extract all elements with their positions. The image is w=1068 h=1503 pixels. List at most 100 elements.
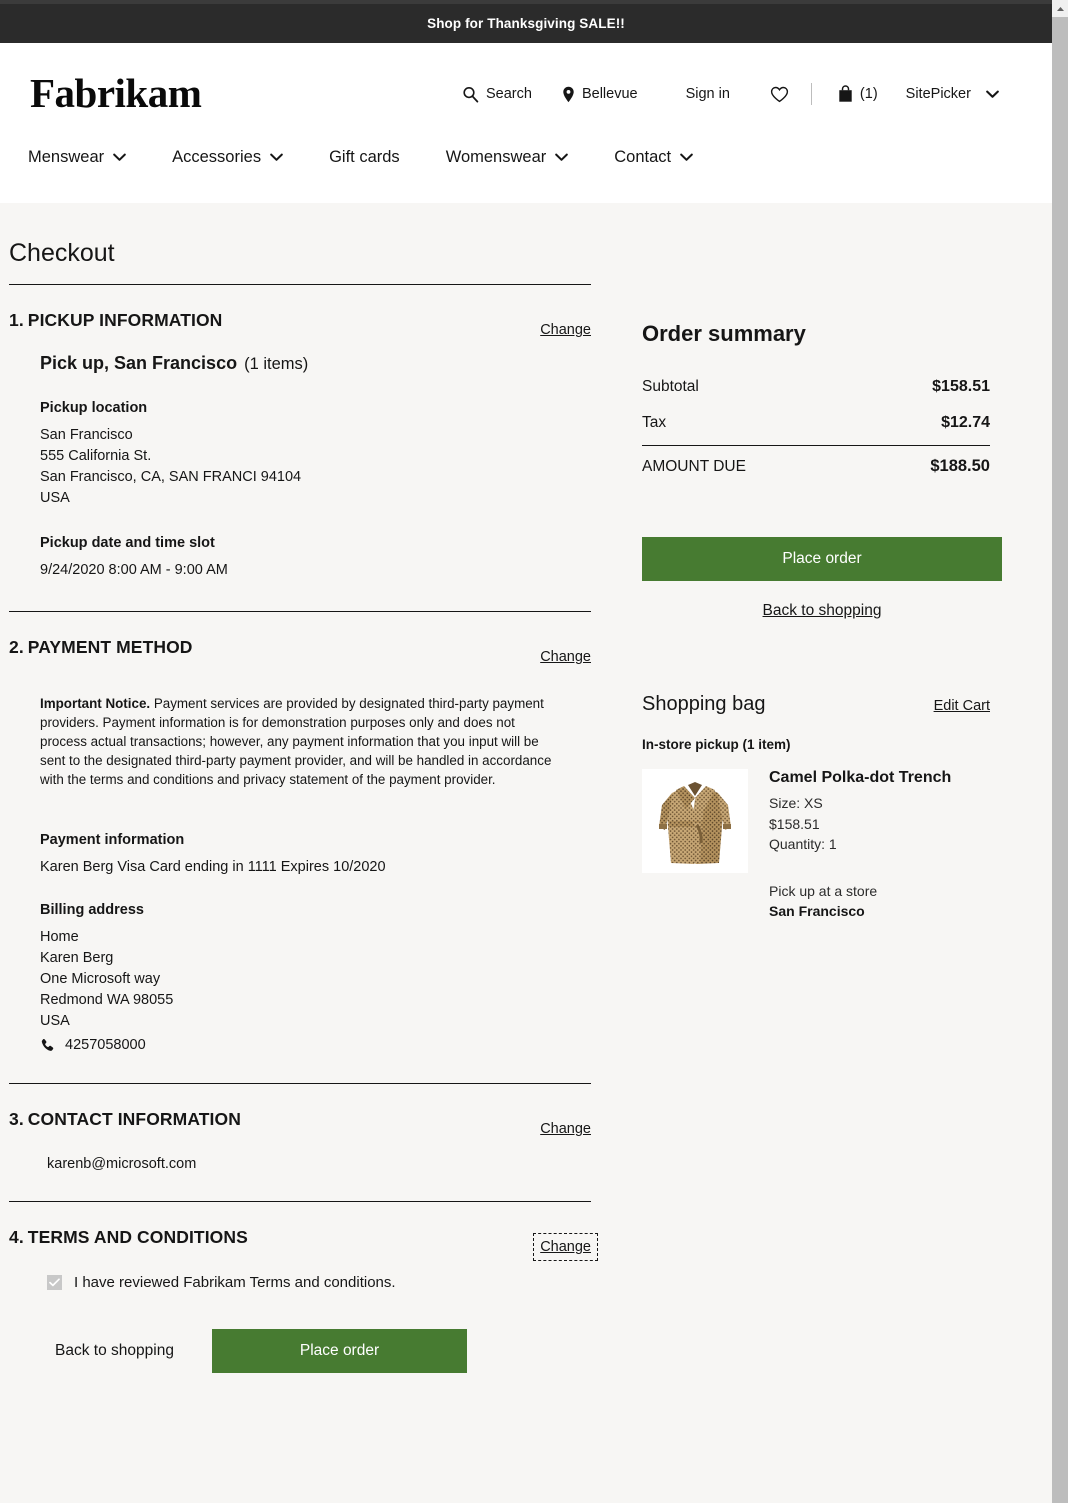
shopping-bag-icon: [838, 85, 853, 103]
scrollbar-up-arrow[interactable]: [1052, 0, 1068, 17]
sign-in-button[interactable]: Sign in: [686, 86, 730, 102]
nav-item-gift-cards[interactable]: Gift cards: [329, 148, 400, 167]
pickup-heading-text: Pick up, San Francisco: [40, 353, 238, 373]
nav-item-label: Menswear: [28, 147, 105, 166]
store-location-button[interactable]: Bellevue: [562, 86, 638, 103]
summary-label: Tax: [642, 414, 667, 431]
nav-item-menswear[interactable]: Menswear: [28, 148, 126, 167]
chevron-down-icon: [113, 148, 126, 167]
payment-information-label: Payment information: [40, 832, 185, 848]
section-title-text: TERMS AND CONDITIONS: [27, 1227, 248, 1247]
order-summary-title: Order summary: [642, 321, 806, 346]
nav-item-label: Gift cards: [329, 147, 400, 166]
section-contact-information: 3. CONTACT INFORMATION Change karenb@micr…: [9, 1084, 620, 1202]
address-line: One Microsoft way: [40, 971, 161, 987]
section-title: 3. CONTACT INFORMATION: [9, 1109, 241, 1130]
nav-item-womenswear[interactable]: Womenswear: [446, 148, 569, 167]
section-payment-method: 2. PAYMENT METHOD Change Important Notice…: [9, 612, 620, 1084]
section-terms-and-conditions: 4. TERMS AND CONDITIONS Change I have rev…: [9, 1202, 620, 1397]
nav-item-contact[interactable]: Contact: [614, 148, 693, 167]
edit-cart-link[interactable]: Edit Cart: [934, 698, 990, 714]
section-header: 4. TERMS AND CONDITIONS Change: [9, 1227, 598, 1261]
check-icon: [49, 1278, 60, 1287]
payment-notice-bold: Important Notice.: [40, 696, 151, 711]
place-order-button-bottom[interactable]: Place order: [212, 1329, 467, 1373]
pickup-location-label: Pickup location: [40, 400, 148, 416]
section-title: 1. PICKUP INFORMATION: [9, 310, 222, 331]
summary-divider: [642, 445, 990, 446]
checkout-main-column: Checkout 1. PICKUP INFORMATION Change Pic…: [0, 203, 620, 1397]
site-picker-label: SitePicker: [905, 86, 971, 102]
product-quantity: Quantity: 1: [769, 836, 837, 852]
billing-phone-row: 4257058000: [40, 1032, 620, 1056]
shopping-bag-group-label: In-store pickup (1 item): [642, 737, 791, 752]
search-button[interactable]: Search: [462, 86, 532, 103]
pickup-location-value: San Francisco 555 California St. San Fra…: [40, 425, 620, 509]
nav-item-label: Contact: [614, 147, 672, 166]
summary-label: Subtotal: [642, 378, 699, 395]
pickup-datetime-label: Pickup date and time slot: [40, 535, 215, 551]
header-divider: [810, 83, 812, 105]
chevron-down-icon: [986, 90, 999, 99]
nav-item-accessories[interactable]: Accessories: [172, 148, 283, 167]
site-picker-button[interactable]: SitePicker: [906, 86, 999, 102]
pickup-heading: Pick up, San Francisco (1 items): [40, 353, 620, 374]
summary-value: $158.51: [932, 378, 990, 395]
summary-row-subtotal: Subtotal $158.51: [642, 369, 990, 405]
header-row: Fabrikam Search Bellevue Sign in (1) Sit…: [0, 43, 1052, 129]
back-to-shopping-button[interactable]: Back to shopping: [17, 1332, 212, 1370]
change-contact-link[interactable]: Change: [540, 1121, 591, 1137]
section-number: 3.: [9, 1109, 24, 1129]
address-line: USA: [40, 1013, 70, 1029]
section-header: 2. PAYMENT METHOD Change: [9, 637, 591, 665]
summary-label: AMOUNT DUE: [642, 458, 746, 475]
terms-checkbox-label: I have reviewed Fabrikam Terms and condi…: [74, 1274, 396, 1291]
checkout-content: Checkout 1. PICKUP INFORMATION Change Pic…: [0, 203, 1052, 1397]
billing-phone-number: 4257058000: [65, 1037, 146, 1053]
payment-notice: Important Notice. Payment services are p…: [40, 686, 556, 789]
billing-address-value: Home Karen Berg One Microsoft way Redmon…: [40, 927, 620, 1056]
location-pin-icon: [562, 86, 575, 103]
main-navigation: Menswear Accessories Gift cards Womenswe…: [0, 129, 1052, 185]
pickup-items-count: (1 items): [244, 355, 309, 373]
shopping-bag-item: Camel Polka-dot Trench Size: XS $158.51 …: [642, 752, 1032, 921]
terms-checkbox-row[interactable]: I have reviewed Fabrikam Terms and condi…: [9, 1248, 620, 1291]
payment-information-value: Karen Berg Visa Card ending in 1111 Expi…: [40, 859, 386, 875]
chevron-down-icon: [680, 148, 693, 167]
promo-banner[interactable]: Shop for Thanksgiving SALE!!: [0, 4, 1052, 43]
section-title-text: PAYMENT METHOD: [27, 637, 193, 657]
product-name: Camel Polka-dot Trench: [769, 769, 952, 786]
page-scrollbar[interactable]: [1052, 0, 1068, 1503]
chevron-down-icon: [270, 148, 283, 167]
change-pickup-link[interactable]: Change: [540, 322, 591, 338]
section-body: Important Notice. Payment services are p…: [9, 658, 620, 1056]
change-payment-link[interactable]: Change: [540, 649, 591, 665]
header-utilities: Search Bellevue Sign in (1) SitePicker: [462, 43, 999, 129]
search-label: Search: [486, 86, 532, 102]
section-body: karenb@microsoft.com: [9, 1130, 620, 1175]
pickup-note-store: San Francisco: [769, 902, 865, 919]
shopping-bag-title: Shopping bag: [642, 693, 766, 715]
address-line: San Francisco, CA, SAN FRANCI 94104: [40, 469, 302, 485]
chevron-down-icon: [555, 148, 569, 167]
back-to-shopping-wrap: Back to shopping: [642, 581, 1002, 620]
shopping-bag-count: (1): [859, 86, 878, 102]
section-pickup-information: 1. PICKUP INFORMATION Change Pick up, San…: [9, 285, 620, 612]
terms-checkbox[interactable]: [47, 1275, 62, 1290]
shopping-bag-button[interactable]: (1): [838, 85, 878, 103]
order-summary-column: Order summary Subtotal $158.51 Tax $12.7…: [620, 203, 1032, 1397]
nav-item-label: Womenswear: [445, 147, 547, 166]
back-to-shopping-link[interactable]: Back to shopping: [763, 602, 882, 619]
section-number: 2.: [9, 637, 24, 657]
wishlist-button[interactable]: [770, 86, 789, 103]
place-order-button[interactable]: Place order: [642, 537, 1002, 581]
pickup-note-label: Pick up at a store: [769, 882, 878, 899]
section-header: 1. PICKUP INFORMATION Change: [9, 310, 591, 338]
change-terms-link[interactable]: Change: [533, 1233, 598, 1261]
site-logo[interactable]: Fabrikam: [30, 59, 202, 114]
section-title: 4. TERMS AND CONDITIONS: [9, 1227, 248, 1248]
scrollbar-thumb[interactable]: [1052, 17, 1068, 1503]
product-pickup-note: Pick up at a store San Francisco: [769, 855, 951, 921]
product-thumbnail[interactable]: [642, 769, 748, 873]
